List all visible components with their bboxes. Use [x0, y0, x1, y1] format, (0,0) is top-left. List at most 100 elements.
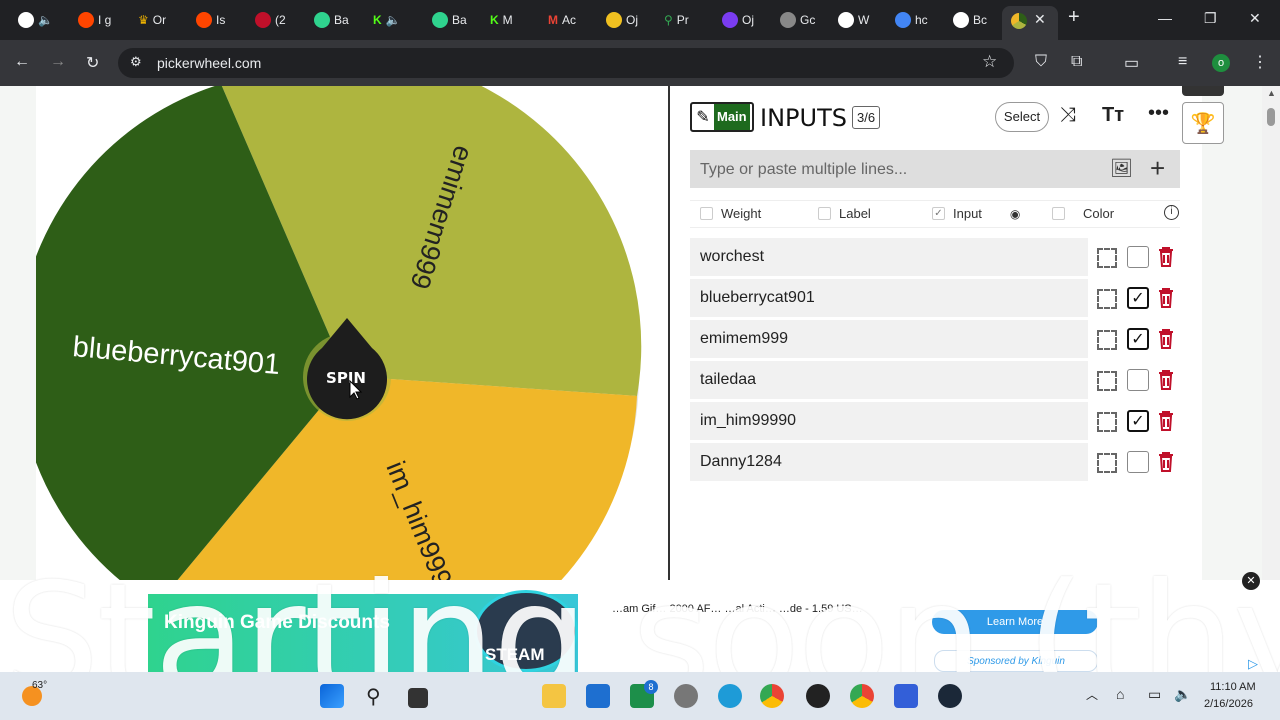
clock-date[interactable]: 2/16/2026 — [1204, 698, 1253, 710]
chrome-icon[interactable] — [760, 684, 784, 708]
tab-1[interactable]: 🔈 — [18, 6, 58, 34]
entry-row[interactable]: blueberrycat901 — [690, 279, 1088, 317]
shuffle-icon[interactable]: ⤨ — [1060, 104, 1076, 127]
info-icon[interactable]: i — [1164, 205, 1179, 220]
entry-text[interactable]: tailedaa — [700, 371, 756, 389]
entry-checkbox[interactable]: ✓ — [1127, 410, 1149, 432]
tab-3[interactable]: ♛ Or — [138, 6, 182, 34]
select-button[interactable]: Select — [995, 102, 1049, 132]
scroll-up-icon[interactable]: ▲ — [1267, 88, 1276, 98]
entry-row[interactable]: worchest — [690, 238, 1088, 276]
tab-5[interactable]: (2 — [255, 6, 299, 34]
entry-checkbox[interactable] — [1127, 369, 1149, 391]
delete-icon[interactable] — [1158, 452, 1174, 472]
entry-row[interactable]: Danny1284 — [690, 443, 1088, 481]
trophy-button[interactable]: 🏆 — [1182, 102, 1224, 144]
file-explorer-icon[interactable] — [542, 684, 566, 708]
entry-checkbox[interactable] — [1127, 451, 1149, 473]
duplicate-icon[interactable] — [1097, 412, 1117, 432]
scroll-thumb[interactable] — [1267, 108, 1275, 126]
input-checkbox[interactable]: ✓ — [932, 207, 945, 220]
chrome-profile-icon[interactable] — [850, 684, 874, 708]
entry-text[interactable]: emimem999 — [700, 330, 788, 348]
tab-11[interactable]: Oj — [606, 6, 650, 34]
more-options-icon[interactable]: ••• — [1148, 102, 1169, 125]
visibility-eye-icon[interactable]: ◉ — [1010, 207, 1020, 221]
entry-row[interactable]: tailedaa — [690, 361, 1088, 399]
weight-option[interactable]: Weight — [700, 206, 761, 221]
duplicate-icon[interactable] — [1097, 371, 1117, 391]
app-icon[interactable] — [894, 684, 918, 708]
color-checkbox[interactable] — [1052, 207, 1065, 220]
url-text[interactable]: pickerwheel.com — [157, 55, 261, 71]
label-checkbox[interactable] — [818, 207, 831, 220]
tab-17[interactable]: Bc — [953, 6, 997, 34]
new-tab-icon[interactable]: + — [1068, 6, 1080, 29]
search-icon[interactable]: ⚲ — [366, 684, 381, 709]
task-view-icon[interactable] — [408, 688, 428, 708]
entry-input-box[interactable]: Type or paste multiple lines... 🖼 + — [690, 150, 1180, 188]
clock-time[interactable]: 11:10 AM — [1210, 681, 1256, 693]
back-icon[interactable]: ← — [14, 53, 30, 71]
delete-icon[interactable] — [1158, 247, 1174, 267]
store-icon[interactable] — [586, 684, 610, 708]
entry-text[interactable]: blueberrycat901 — [700, 289, 815, 307]
tab-7[interactable]: K 🔈 — [373, 6, 417, 34]
tab-16[interactable]: hc — [895, 6, 939, 34]
tab-12[interactable]: ⚲ Pr — [664, 6, 708, 34]
duplicate-icon[interactable] — [1097, 330, 1117, 350]
image-upload-icon[interactable]: 🖼 — [1110, 158, 1133, 179]
input-option[interactable]: ✓ Input ◉ — [932, 206, 1020, 221]
duplicate-icon[interactable] — [1097, 453, 1117, 473]
duplicate-icon[interactable] — [1097, 248, 1117, 268]
site-info-icon[interactable]: ⚙ — [130, 54, 142, 70]
extensions-icon[interactable]: ⧉ — [1071, 53, 1082, 71]
entry-checkbox[interactable] — [1127, 246, 1149, 268]
shield-extension-icon[interactable]: ⛉ — [1035, 53, 1047, 71]
spin-button-label[interactable]: SPIN — [326, 369, 366, 387]
entry-row[interactable]: im_him99990 — [690, 402, 1088, 440]
tab-4[interactable]: Is — [196, 6, 240, 34]
weight-checkbox[interactable] — [700, 207, 713, 220]
text-size-icon[interactable]: Tт — [1102, 104, 1124, 127]
tab-2[interactable]: I g — [78, 6, 122, 34]
tab-15[interactable]: W — [838, 6, 882, 34]
entry-text[interactable]: Danny1284 — [700, 453, 782, 471]
menu-kebab-icon[interactable]: ⋮ — [1252, 52, 1268, 72]
entry-text[interactable]: im_him99990 — [700, 412, 796, 430]
delete-icon[interactable] — [1158, 411, 1174, 431]
tab-6[interactable]: Ba — [314, 6, 358, 34]
bookmark-star-icon[interactable]: ☆ — [982, 52, 997, 72]
close-tab-icon[interactable]: ✕ — [1034, 11, 1046, 28]
start-icon[interactable] — [320, 684, 344, 708]
volume-icon[interactable]: 🔈 — [1174, 686, 1191, 703]
minimize-icon[interactable]: — — [1158, 10, 1172, 26]
settings-icon[interactable] — [674, 684, 698, 708]
entry-text[interactable]: worchest — [700, 248, 764, 266]
duplicate-icon[interactable] — [1097, 289, 1117, 309]
delete-icon[interactable] — [1158, 329, 1174, 349]
label-option[interactable]: Label — [818, 206, 871, 221]
entry-checkbox[interactable]: ✓ — [1127, 328, 1149, 350]
tab-14[interactable]: Gc — [780, 6, 824, 34]
tab-13[interactable]: Oj — [722, 6, 766, 34]
display-icon[interactable]: ▭ — [1148, 686, 1161, 703]
tab-8[interactable]: Ba — [432, 6, 476, 34]
entry-input-placeholder[interactable]: Type or paste multiple lines... — [700, 161, 907, 179]
delete-icon[interactable] — [1158, 288, 1174, 308]
address-bar[interactable]: ⚙ pickerwheel.com ☆ — [118, 48, 1014, 78]
profile-avatar[interactable]: o — [1212, 54, 1230, 72]
color-option[interactable]: Color — [1052, 206, 1114, 221]
edge-icon[interactable] — [718, 684, 742, 708]
panel-collapse-tab[interactable] — [1182, 86, 1224, 96]
forward-icon[interactable]: → — [50, 53, 66, 71]
tab-9[interactable]: KM — [490, 6, 534, 34]
steam-taskbar-icon[interactable] — [938, 684, 962, 708]
obs-icon[interactable] — [806, 684, 830, 708]
cast-icon[interactable]: ▭ — [1124, 53, 1139, 73]
restore-icon[interactable]: ❐ — [1204, 10, 1217, 27]
close-window-icon[interactable]: ✕ — [1249, 10, 1261, 27]
reload-icon[interactable]: ↻ — [86, 53, 99, 73]
entry-row[interactable]: emimem999 — [690, 320, 1088, 358]
delete-icon[interactable] — [1158, 370, 1174, 390]
